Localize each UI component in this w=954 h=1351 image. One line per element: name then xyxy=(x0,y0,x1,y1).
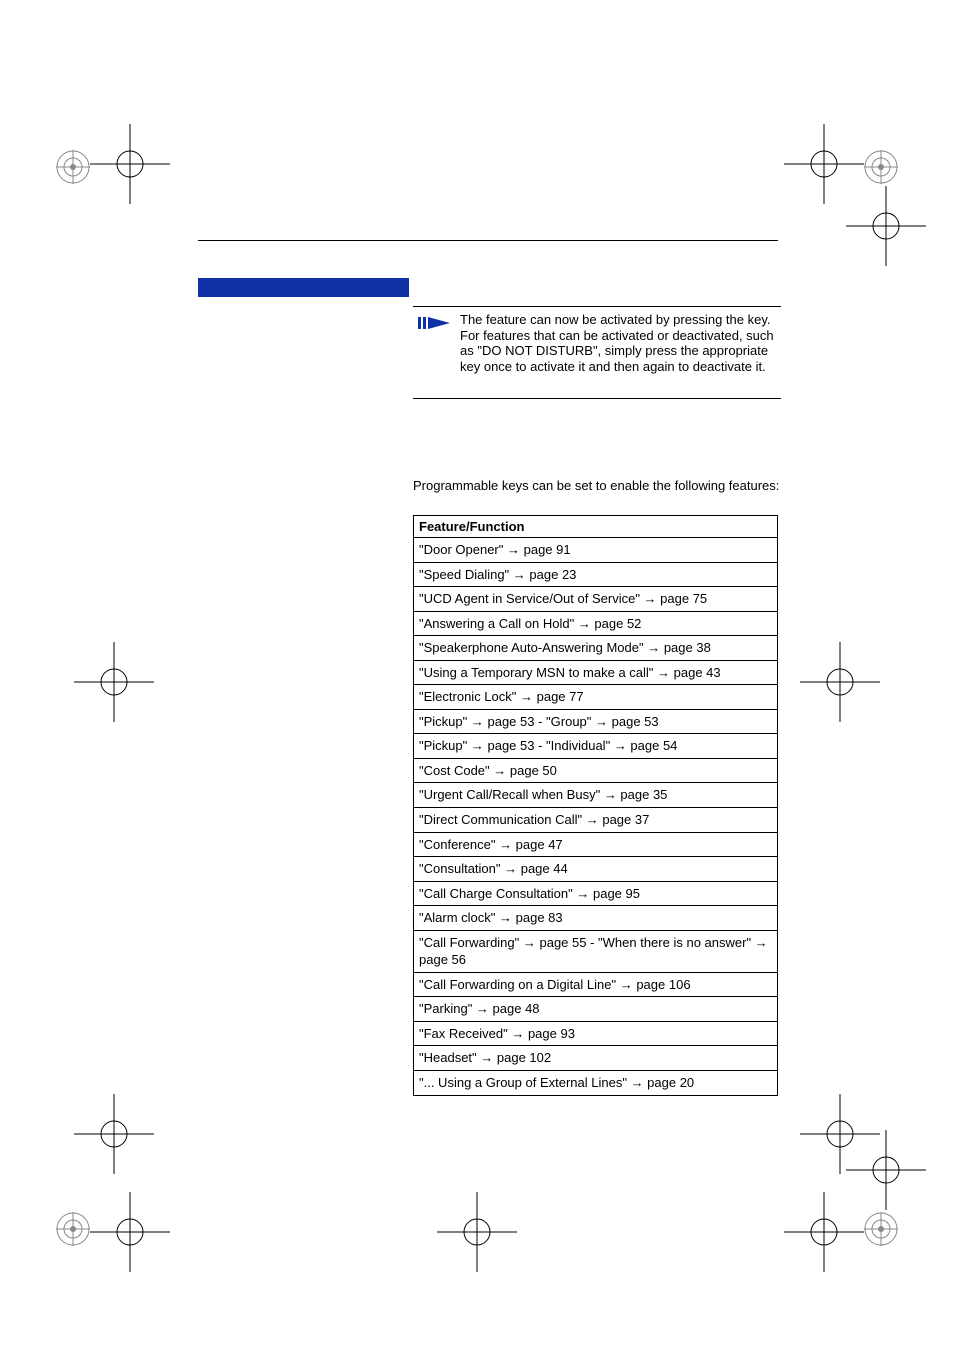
table-cell: "Using a Temporary MSN to make a call" →… xyxy=(414,660,778,685)
table-cell: "... Using a Group of External Lines" → … xyxy=(414,1071,778,1096)
table-cell: "Call Charge Consultation" → page 95 xyxy=(414,881,778,906)
table-cell: "Direct Communication Call" → page 37 xyxy=(414,808,778,833)
table-cell: "Headset" → page 102 xyxy=(414,1046,778,1071)
print-target-icon xyxy=(56,150,90,184)
note-arrow-icon xyxy=(418,313,452,333)
table-header: Feature/Function xyxy=(414,516,778,538)
cropmark-icon xyxy=(792,132,856,196)
table-row: "Parking" → page 48 xyxy=(414,997,778,1022)
blue-section-bar xyxy=(198,278,409,297)
table-cell: "Electronic Lock" → page 77 xyxy=(414,685,778,710)
cropmark-icon xyxy=(808,1102,872,1166)
cropmark-icon xyxy=(82,650,146,714)
table-row: "Pickup" → page 53 - "Group" → page 53 xyxy=(414,709,778,734)
table-row: "UCD Agent in Service/Out of Service" → … xyxy=(414,587,778,612)
table-cell: "Urgent Call/Recall when Busy" → page 35 xyxy=(414,783,778,808)
table-row: "Pickup" → page 53 - "Individual" → page… xyxy=(414,734,778,759)
feature-table: Feature/Function "Door Opener" → page 91… xyxy=(413,515,778,1096)
table-row: "Call Charge Consultation" → page 95 xyxy=(414,881,778,906)
table-row: "Consultation" → page 44 xyxy=(414,857,778,882)
print-target-icon xyxy=(56,1212,90,1246)
table-row: "Alarm clock" → page 83 xyxy=(414,906,778,931)
header-rule xyxy=(198,240,778,241)
table-cell: "Alarm clock" → page 83 xyxy=(414,906,778,931)
table-row: "Call Forwarding on a Digital Line" → pa… xyxy=(414,972,778,997)
print-target-icon xyxy=(864,1212,898,1246)
table-cell: "Call Forwarding" → page 55 - "When ther… xyxy=(414,930,778,972)
cropmark-icon xyxy=(854,194,918,258)
note-rule-top xyxy=(413,306,781,307)
table-row: "Answering a Call on Hold" → page 52 xyxy=(414,611,778,636)
cropmark-icon xyxy=(445,1200,509,1264)
table-cell: "Parking" → page 48 xyxy=(414,997,778,1022)
table-row: "... Using a Group of External Lines" → … xyxy=(414,1071,778,1096)
table-cell: "Call Forwarding on a Digital Line" → pa… xyxy=(414,972,778,997)
table-row: "Speed Dialing" → page 23 xyxy=(414,562,778,587)
cropmark-icon xyxy=(98,132,162,196)
table-row: "Speakerphone Auto-Answering Mode" → pag… xyxy=(414,636,778,661)
table-row: "Fax Received" → page 93 xyxy=(414,1021,778,1046)
cropmark-icon xyxy=(98,1200,162,1264)
table-cell: "Conference" → page 47 xyxy=(414,832,778,857)
table-row: "Conference" → page 47 xyxy=(414,832,778,857)
table-cell: "UCD Agent in Service/Out of Service" → … xyxy=(414,587,778,612)
cropmark-icon xyxy=(808,650,872,714)
note-rule-bottom xyxy=(413,398,781,399)
table-cell: "Door Opener" → page 91 xyxy=(414,538,778,563)
table-row: "Door Opener" → page 91 xyxy=(414,538,778,563)
cropmark-icon xyxy=(792,1200,856,1264)
table-cell: "Speakerphone Auto-Answering Mode" → pag… xyxy=(414,636,778,661)
table-row: "Using a Temporary MSN to make a call" →… xyxy=(414,660,778,685)
table-row: "Urgent Call/Recall when Busy" → page 35 xyxy=(414,783,778,808)
print-target-icon xyxy=(864,150,898,184)
note-text: The feature can now be activated by pres… xyxy=(460,312,780,374)
table-cell: "Fax Received" → page 93 xyxy=(414,1021,778,1046)
cropmark-icon xyxy=(82,1102,146,1166)
table-row: "Direct Communication Call" → page 37 xyxy=(414,808,778,833)
table-cell: "Cost Code" → page 50 xyxy=(414,758,778,783)
table-cell: "Answering a Call on Hold" → page 52 xyxy=(414,611,778,636)
table-cell: "Pickup" → page 53 - "Group" → page 53 xyxy=(414,709,778,734)
table-row: "Headset" → page 102 xyxy=(414,1046,778,1071)
table-row: "Electronic Lock" → page 77 xyxy=(414,685,778,710)
table-cell: "Speed Dialing" → page 23 xyxy=(414,562,778,587)
table-row: "Cost Code" → page 50 xyxy=(414,758,778,783)
table-cell: "Pickup" → page 53 - "Individual" → page… xyxy=(414,734,778,759)
cropmark-icon xyxy=(854,1138,918,1202)
intro-text: Programmable keys can be set to enable t… xyxy=(413,478,781,494)
table-cell: "Consultation" → page 44 xyxy=(414,857,778,882)
table-row: "Call Forwarding" → page 55 - "When ther… xyxy=(414,930,778,972)
